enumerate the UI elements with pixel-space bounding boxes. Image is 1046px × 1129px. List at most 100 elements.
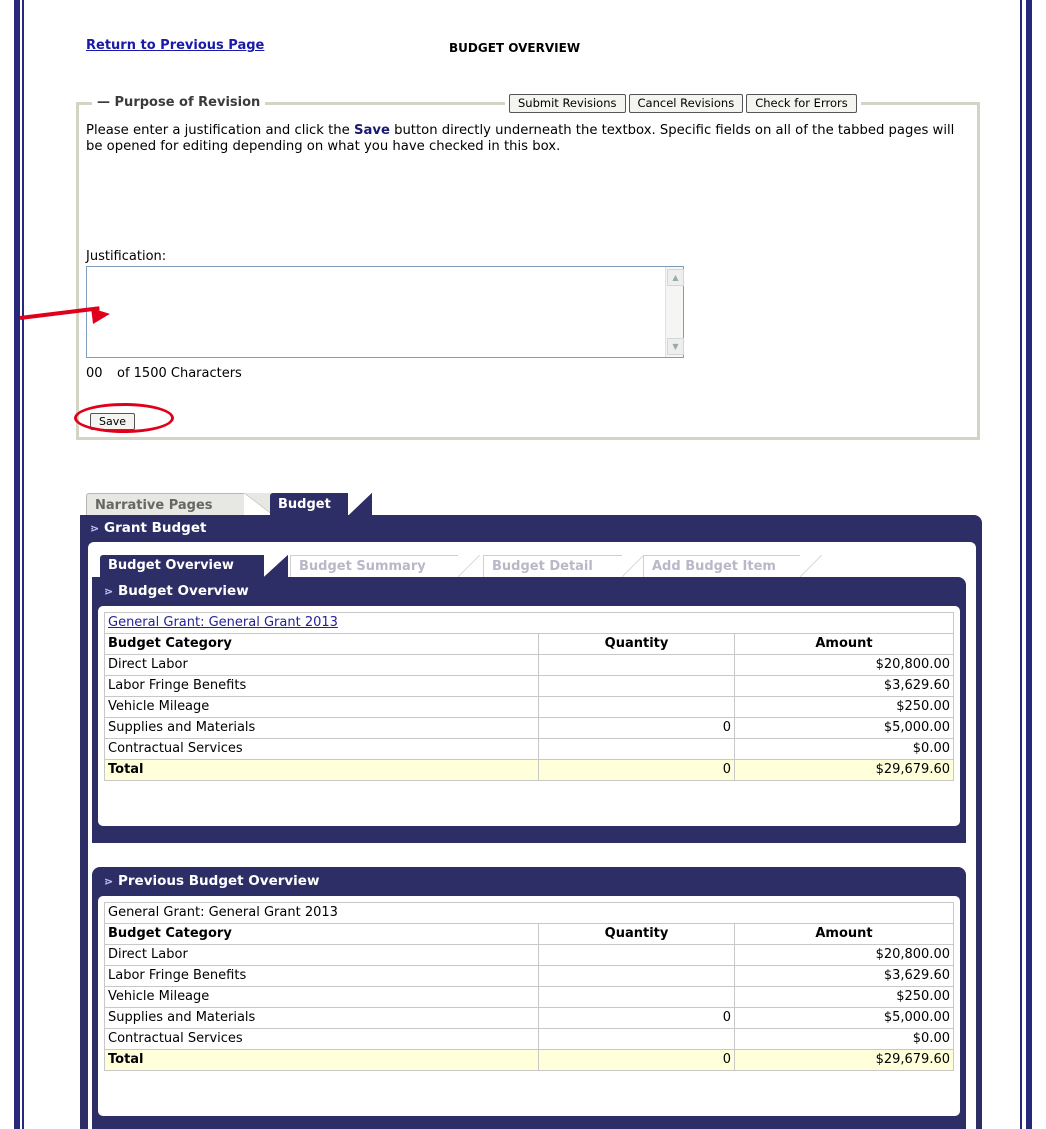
amount-cell: $3,629.60 bbox=[734, 965, 954, 987]
scroll-down-icon[interactable]: ▼ bbox=[667, 338, 684, 355]
table-row: Contractual Services $0.00 bbox=[104, 1028, 954, 1050]
budget-overview-title: ⋗ Budget Overview bbox=[104, 583, 249, 599]
category-cell: Labor Fringe Benefits bbox=[104, 965, 539, 987]
category-cell: Supplies and Materials bbox=[104, 1007, 539, 1029]
quantity-cell bbox=[538, 696, 735, 718]
tab-budget-summary[interactable]: Budget Summary bbox=[290, 555, 458, 577]
tab-budget-overview[interactable]: Budget Overview bbox=[100, 555, 266, 577]
character-limit: of 1500 Characters bbox=[117, 366, 242, 381]
right-border bbox=[1026, 0, 1032, 1129]
amount-cell: $20,800.00 bbox=[734, 654, 954, 676]
table-row: Direct Labor $20,800.00 bbox=[104, 944, 954, 966]
quantity-cell bbox=[538, 1028, 735, 1050]
category-cell: Direct Labor bbox=[104, 654, 539, 676]
return-link[interactable]: Return to Previous Page bbox=[86, 38, 264, 53]
quantity-cell bbox=[538, 986, 735, 1008]
header-budget-category: Budget Category bbox=[104, 633, 539, 655]
total-amount: $29,679.60 bbox=[734, 759, 954, 781]
total-quantity: 0 bbox=[538, 759, 735, 781]
budget-overview-table: General Grant: General Grant 2013 Budget… bbox=[104, 612, 954, 781]
amount-cell: $0.00 bbox=[734, 738, 954, 760]
table-row: Vehicle Mileage $250.00 bbox=[104, 696, 954, 718]
table-header-row: Budget Category Quantity Amount bbox=[104, 923, 954, 945]
tab-budget-detail[interactable]: Budget Detail bbox=[483, 555, 623, 577]
table-row: Supplies and Materials 0 $5,000.00 bbox=[104, 717, 954, 739]
revision-instructions: Please enter a justification and click t… bbox=[86, 123, 955, 154]
amount-cell: $250.00 bbox=[734, 986, 954, 1008]
header-quantity: Quantity bbox=[538, 633, 735, 655]
header-budget-category: Budget Category bbox=[104, 923, 539, 945]
header-amount: Amount bbox=[734, 633, 954, 655]
character-counter: 00 of 1500 Characters bbox=[86, 366, 242, 381]
quantity-cell: 0 bbox=[538, 717, 735, 739]
category-cell: Vehicle Mileage bbox=[104, 986, 539, 1008]
submit-revisions-button[interactable]: Submit Revisions bbox=[509, 94, 626, 113]
header-quantity: Quantity bbox=[538, 923, 735, 945]
quantity-cell bbox=[538, 738, 735, 760]
annotation-arrow-head bbox=[91, 305, 111, 325]
amount-cell: $5,000.00 bbox=[734, 717, 954, 739]
previous-budget-overview-title: ⋗ Previous Budget Overview bbox=[104, 873, 320, 889]
amount-cell: $0.00 bbox=[734, 1028, 954, 1050]
total-row: Total 0 $29,679.60 bbox=[104, 759, 954, 781]
tab-budget-overview-corner bbox=[264, 555, 288, 577]
quantity-cell bbox=[538, 675, 735, 697]
quantity-cell bbox=[538, 654, 735, 676]
table-header-row: Budget Category Quantity Amount bbox=[104, 633, 954, 655]
table-caption: General Grant: General Grant 2013 bbox=[104, 902, 954, 924]
tab-add-budget-item[interactable]: Add Budget Item bbox=[643, 555, 801, 577]
save-keyword: Save bbox=[353, 123, 390, 138]
grant-link[interactable]: General Grant: General Grant 2013 bbox=[108, 615, 338, 630]
revision-legend: — Purpose of Revision bbox=[92, 95, 266, 110]
total-row: Total 0 $29,679.60 bbox=[104, 1049, 954, 1071]
quantity-cell: 0 bbox=[538, 1007, 735, 1029]
table-row: Supplies and Materials 0 $5,000.00 bbox=[104, 1007, 954, 1029]
total-quantity: 0 bbox=[538, 1049, 735, 1071]
left-border-inner bbox=[22, 0, 24, 1129]
amount-cell: $20,800.00 bbox=[734, 944, 954, 966]
cancel-revisions-button[interactable]: Cancel Revisions bbox=[628, 94, 744, 113]
amount-cell: $5,000.00 bbox=[734, 1007, 954, 1029]
tab-budget[interactable]: Budget bbox=[270, 493, 350, 516]
justification-label: Justification: bbox=[86, 249, 167, 264]
justification-textarea[interactable]: ▲ ▼ bbox=[86, 266, 684, 358]
table-row: Labor Fringe Benefits $3,629.60 bbox=[104, 675, 954, 697]
table-caption: General Grant: General Grant 2013 bbox=[104, 612, 954, 634]
tab-narrative-pages[interactable]: Narrative Pages bbox=[86, 493, 250, 516]
total-label: Total bbox=[104, 1049, 539, 1071]
quantity-cell bbox=[538, 965, 735, 987]
save-button[interactable]: Save bbox=[90, 413, 136, 430]
tab-budget-corner bbox=[348, 493, 372, 516]
previous-budget-table: General Grant: General Grant 2013 Budget… bbox=[104, 902, 954, 1071]
total-amount: $29,679.60 bbox=[734, 1049, 954, 1071]
category-cell: Vehicle Mileage bbox=[104, 696, 539, 718]
budget-overview-table-wrap: General Grant: General Grant 2013 Budget… bbox=[98, 606, 960, 826]
category-cell: Labor Fringe Benefits bbox=[104, 675, 539, 697]
tab-summary-corner bbox=[458, 555, 480, 577]
chevron-right-icon: ⋗ bbox=[104, 585, 114, 598]
category-cell: Direct Labor bbox=[104, 944, 539, 966]
tab-detail-corner bbox=[622, 555, 644, 577]
category-cell: Supplies and Materials bbox=[104, 717, 539, 739]
right-border-inner bbox=[1020, 0, 1022, 1129]
tab-add-corner bbox=[800, 555, 822, 577]
total-label: Total bbox=[104, 759, 539, 781]
amount-cell: $250.00 bbox=[734, 696, 954, 718]
character-count: 00 bbox=[86, 366, 103, 381]
category-cell: Contractual Services bbox=[104, 1028, 539, 1050]
scroll-up-icon[interactable]: ▲ bbox=[667, 269, 684, 286]
table-row: Vehicle Mileage $250.00 bbox=[104, 986, 954, 1008]
table-row: Direct Labor $20,800.00 bbox=[104, 654, 954, 676]
previous-budget-table-wrap: General Grant: General Grant 2013 Budget… bbox=[98, 896, 960, 1116]
amount-cell: $3,629.60 bbox=[734, 675, 954, 697]
chevron-right-icon: ⋗ bbox=[90, 522, 100, 535]
table-row: Contractual Services $0.00 bbox=[104, 738, 954, 760]
check-errors-button[interactable]: Check for Errors bbox=[746, 94, 857, 113]
textarea-scrollbar[interactable]: ▲ ▼ bbox=[665, 267, 684, 357]
revision-buttons: Submit Revisions Cancel Revisions Check … bbox=[505, 94, 861, 113]
header-amount: Amount bbox=[734, 923, 954, 945]
table-row: Labor Fringe Benefits $3,629.60 bbox=[104, 965, 954, 987]
page-title: BUDGET OVERVIEW bbox=[449, 41, 581, 55]
quantity-cell bbox=[538, 944, 735, 966]
grant-budget-title: ⋗ Grant Budget bbox=[90, 520, 207, 536]
